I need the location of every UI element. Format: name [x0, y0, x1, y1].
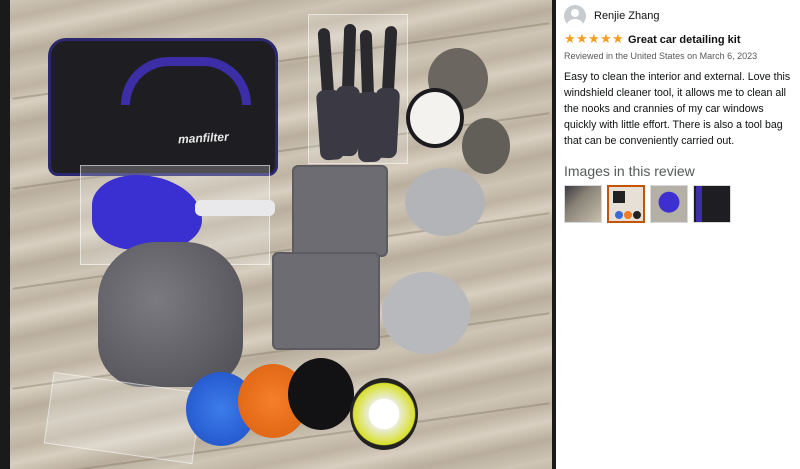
review-date: Reviewed in the United States on March 6…: [564, 51, 758, 61]
rating-row: ★ ★ ★ ★ ★ Great car detailing kit: [564, 32, 792, 48]
microfiber-towel: [292, 165, 388, 257]
images-heading: Images in this review: [564, 163, 695, 179]
star-icon: ★: [600, 32, 612, 47]
drill-brush: [406, 88, 464, 148]
backing-plate: [350, 378, 418, 450]
review-image-thumbnail-selected[interactable]: [607, 185, 645, 223]
review-image-thumbnail[interactable]: [650, 185, 688, 223]
applicator-pad: [382, 272, 470, 354]
star-icon: ★: [564, 32, 576, 47]
microfiber-towel: [272, 252, 380, 350]
reviewer-row: Renjie Zhang: [564, 1, 792, 31]
drill-brush: [462, 118, 510, 174]
default-user-avatar-icon: [564, 5, 586, 27]
review-image-thumbnail[interactable]: [564, 185, 602, 223]
reviewer-name[interactable]: Renjie Zhang: [594, 10, 659, 22]
star-icon: ★: [588, 32, 600, 47]
review-title[interactable]: Great car detailing kit: [628, 34, 740, 46]
review-image-thumbnails: [564, 185, 792, 223]
review-photo-panel: manfilter: [0, 0, 556, 469]
applicator-pad: [405, 168, 485, 236]
star-icon: ★: [576, 32, 588, 47]
polishing-pad-black: [288, 358, 354, 430]
review-image-thumbnail[interactable]: [693, 185, 731, 223]
bag-logo-text: manfilter: [177, 129, 230, 147]
review-body: Easy to clean the interior and external.…: [564, 71, 791, 147]
star-rating[interactable]: ★ ★ ★ ★ ★: [564, 32, 624, 47]
star-icon: ★: [612, 32, 624, 47]
windshield-cleaner-handle: [195, 200, 275, 216]
wash-mitt: [98, 242, 243, 387]
review-panel: Renjie Zhang ★ ★ ★ ★ ★ Great car detaili…: [556, 0, 800, 469]
bag-handle: [121, 57, 251, 105]
review-photo[interactable]: manfilter: [10, 0, 552, 469]
tool-bag: [48, 38, 278, 176]
